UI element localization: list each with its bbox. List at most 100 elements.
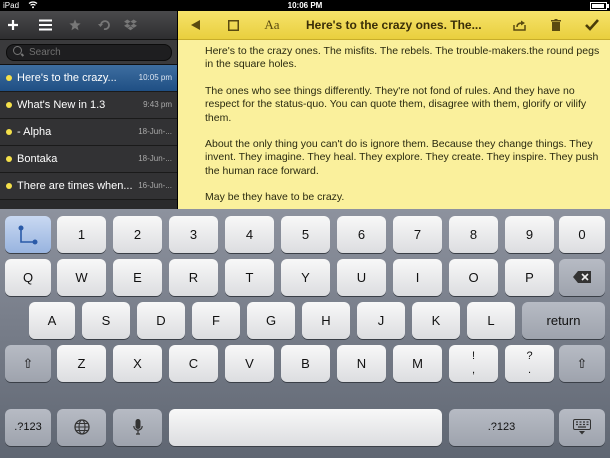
- key-bottom-char: ,: [471, 364, 476, 376]
- key-q[interactable]: Q: [5, 259, 51, 296]
- note-editor: Aa Here's to the crazy ones. The... Here…: [178, 11, 610, 209]
- search-icon: [13, 46, 22, 55]
- key-top-char: ?: [526, 350, 533, 362]
- key-e[interactable]: E: [113, 259, 162, 296]
- note-paragraph: Here's to the crazy ones. The misfits. T…: [205, 45, 600, 71]
- note-title: Here's to the crazy...: [17, 72, 117, 84]
- note-date: 18-Jun-...: [138, 127, 172, 136]
- key-w[interactable]: W: [57, 259, 106, 296]
- note-list: Here's to the crazy... 10:05 pm What's N…: [0, 65, 177, 200]
- key-i[interactable]: I: [393, 259, 442, 296]
- note-paragraph: About the only thing you can't do is ign…: [205, 138, 599, 177]
- return-key[interactable]: return: [522, 302, 605, 339]
- key-r[interactable]: R: [169, 259, 218, 296]
- key-f[interactable]: F: [192, 302, 240, 339]
- key-2[interactable]: 2: [113, 216, 162, 253]
- key-c[interactable]: C: [169, 345, 218, 382]
- key-h[interactable]: H: [302, 302, 350, 339]
- key-a[interactable]: A: [29, 302, 75, 339]
- note-paragraph: May be they have to be crazy.: [205, 191, 345, 204]
- note-date: 18-Jun-...: [138, 154, 172, 163]
- key-1[interactable]: 1: [57, 216, 106, 253]
- key-k[interactable]: K: [412, 302, 460, 339]
- shift-key-right[interactable]: ⇧: [559, 345, 605, 382]
- done-checkmark-icon[interactable]: [580, 11, 604, 39]
- note-date: 9:43 pm: [143, 100, 172, 109]
- note-paragraph: The ones who see things differently. The…: [205, 84, 587, 124]
- undo-icon[interactable]: [91, 11, 117, 39]
- key-l[interactable]: L: [467, 302, 515, 339]
- note-title: There are times when...: [17, 180, 132, 192]
- key-d[interactable]: D: [137, 302, 185, 339]
- key-y[interactable]: Y: [281, 259, 330, 296]
- shift-key-left[interactable]: ⇧: [5, 345, 51, 382]
- back-button[interactable]: [184, 11, 206, 39]
- editor-toolbar: Aa Here's to the crazy ones. The...: [178, 11, 610, 40]
- key-v[interactable]: V: [225, 345, 274, 382]
- dropbox-icon[interactable]: [117, 11, 143, 39]
- key-z[interactable]: Z: [57, 345, 106, 382]
- hide-keyboard-icon[interactable]: [559, 409, 605, 446]
- key-t[interactable]: T: [225, 259, 274, 296]
- cursor-select-key[interactable]: [5, 216, 51, 253]
- note-title: What's New in 1.3: [17, 99, 106, 111]
- note-list-item[interactable]: What's New in 1.3 9:43 pm: [0, 92, 177, 119]
- clock: 10:06 PM: [287, 1, 323, 10]
- star-icon[interactable]: [62, 11, 88, 39]
- space-bar[interactable]: [169, 409, 442, 446]
- key-5[interactable]: 5: [281, 216, 330, 253]
- share-icon[interactable]: [508, 11, 530, 39]
- key-n[interactable]: N: [337, 345, 386, 382]
- note-list-item[interactable]: Here's to the crazy... 10:05 pm: [0, 65, 177, 92]
- onscreen-keyboard: 1 2 3 4 5 6 7 8 9 0 Q W E R T Y U I O P …: [0, 209, 610, 458]
- add-note-button[interactable]: [0, 11, 26, 39]
- trash-icon[interactable]: [545, 11, 567, 39]
- key-s[interactable]: S: [82, 302, 130, 339]
- note-list-item[interactable]: Bontaka 18-Jun-...: [0, 146, 177, 173]
- note-dot-icon: [6, 102, 12, 108]
- note-dot-icon: [6, 183, 12, 189]
- key-9[interactable]: 9: [505, 216, 554, 253]
- key-g[interactable]: G: [247, 302, 295, 339]
- note-body[interactable]: Here's to the crazy ones. The misfits. T…: [205, 45, 600, 218]
- status-bar: iPad 10:06 PM: [0, 0, 610, 11]
- key-x[interactable]: X: [113, 345, 162, 382]
- microphone-icon[interactable]: [113, 409, 162, 446]
- sidebar-toolbar: [0, 11, 177, 40]
- key-7[interactable]: 7: [393, 216, 442, 253]
- key-p[interactable]: P: [505, 259, 554, 296]
- key-j[interactable]: J: [357, 302, 405, 339]
- search-input[interactable]: [29, 45, 167, 60]
- note-dot-icon: [6, 129, 12, 135]
- key-bottom-char: .: [527, 364, 532, 376]
- note-title: - Alpha: [17, 126, 52, 138]
- note-title: Bontaka: [17, 153, 58, 165]
- globe-icon[interactable]: [57, 409, 106, 446]
- note-list-item[interactable]: There are times when... 16-Jun-...: [0, 173, 177, 200]
- list-view-button[interactable]: [32, 11, 58, 39]
- key-period-question[interactable]: ? .: [505, 345, 554, 382]
- format-button[interactable]: Aa: [258, 11, 286, 39]
- checkbox-icon[interactable]: [222, 11, 244, 39]
- key-top-char: !: [471, 350, 476, 362]
- note-list-item[interactable]: - Alpha 18-Jun-...: [0, 119, 177, 146]
- note-dot-icon: [6, 75, 12, 81]
- key-u[interactable]: U: [337, 259, 386, 296]
- key-m[interactable]: M: [393, 345, 442, 382]
- key-4[interactable]: 4: [225, 216, 274, 253]
- numbers-mode-key-right[interactable]: .?123: [449, 409, 554, 446]
- battery-icon: [590, 2, 609, 10]
- key-3[interactable]: 3: [169, 216, 218, 253]
- key-b[interactable]: B: [281, 345, 330, 382]
- key-0[interactable]: 0: [559, 216, 605, 253]
- key-6[interactable]: 6: [337, 216, 386, 253]
- key-8[interactable]: 8: [449, 216, 498, 253]
- note-title-header: Here's to the crazy ones. The...: [306, 18, 482, 32]
- notes-sidebar: Here's to the crazy... 10:05 pm What's N…: [0, 11, 177, 209]
- note-date: 10:05 pm: [138, 73, 172, 82]
- numbers-mode-key-left[interactable]: .?123: [5, 409, 51, 446]
- key-comma-exclaim[interactable]: ! ,: [449, 345, 498, 382]
- search-field[interactable]: [6, 44, 172, 61]
- key-o[interactable]: O: [449, 259, 498, 296]
- delete-key[interactable]: [559, 259, 605, 296]
